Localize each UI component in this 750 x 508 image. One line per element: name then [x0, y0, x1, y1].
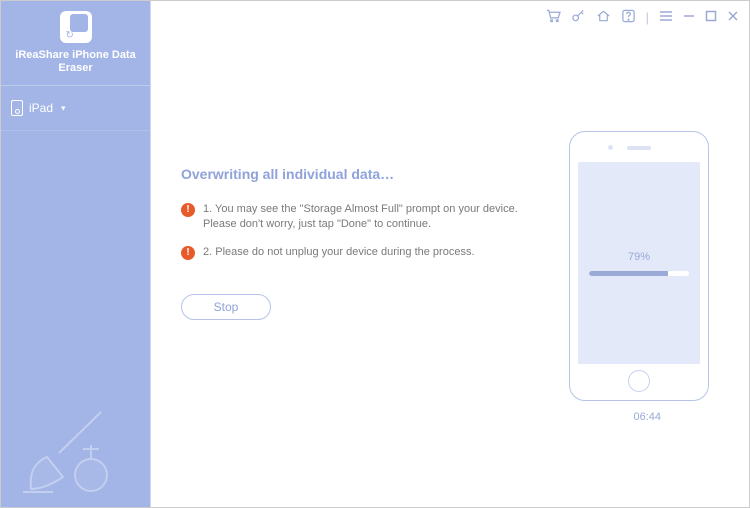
progress-bar	[589, 271, 689, 276]
device-selector[interactable]: iPad ▾	[1, 86, 150, 131]
home-icon[interactable]	[596, 9, 611, 25]
titlebar-separator: |	[646, 10, 649, 25]
app-logo-icon	[60, 11, 92, 43]
chevron-down-icon: ▾	[61, 103, 66, 114]
phone-speaker	[627, 146, 651, 150]
warning-icon: !	[181, 246, 195, 260]
note-2-text: 2. Please do not unplug your device duri…	[203, 245, 475, 260]
elapsed-time: 06:44	[633, 411, 661, 423]
note-2: ! 2. Please do not unplug your device du…	[181, 245, 529, 260]
note-1: ! 1. You may see the "Storage Almost Ful…	[181, 202, 529, 233]
progress-fill	[589, 271, 668, 276]
status-panel: Overwriting all individual data… ! 1. Yo…	[181, 166, 529, 320]
maximize-button[interactable]	[705, 10, 717, 24]
close-button[interactable]	[727, 10, 739, 24]
phone-screen: 79%	[578, 162, 700, 364]
app-logo-block: iReaShare iPhone Data Eraser	[1, 1, 150, 86]
status-heading: Overwriting all individual data…	[181, 166, 529, 182]
phone-home-button[interactable]	[628, 370, 650, 392]
progress-percent: 79%	[628, 251, 650, 263]
menu-icon[interactable]	[659, 10, 673, 24]
cleanup-decor-icon	[13, 407, 123, 497]
note-1-text: 1. You may see the "Storage Almost Full"…	[203, 202, 529, 233]
titlebar: |	[546, 9, 739, 25]
tablet-icon	[11, 100, 23, 116]
device-label: iPad	[29, 101, 53, 115]
minimize-button[interactable]	[683, 10, 695, 24]
device-mockup: 79%	[569, 131, 709, 401]
key-icon[interactable]	[571, 9, 586, 25]
cart-icon[interactable]	[546, 9, 561, 25]
main-content: | Overwriting all individual data… ! 1. …	[151, 1, 749, 507]
sidebar: iReaShare iPhone Data Eraser iPad ▾	[1, 1, 151, 507]
phone-camera-dot	[608, 145, 613, 150]
help-icon[interactable]	[621, 9, 636, 25]
warning-icon: !	[181, 203, 195, 217]
stop-button[interactable]: Stop	[181, 294, 271, 320]
app-title: iReaShare iPhone Data Eraser	[6, 49, 145, 75]
